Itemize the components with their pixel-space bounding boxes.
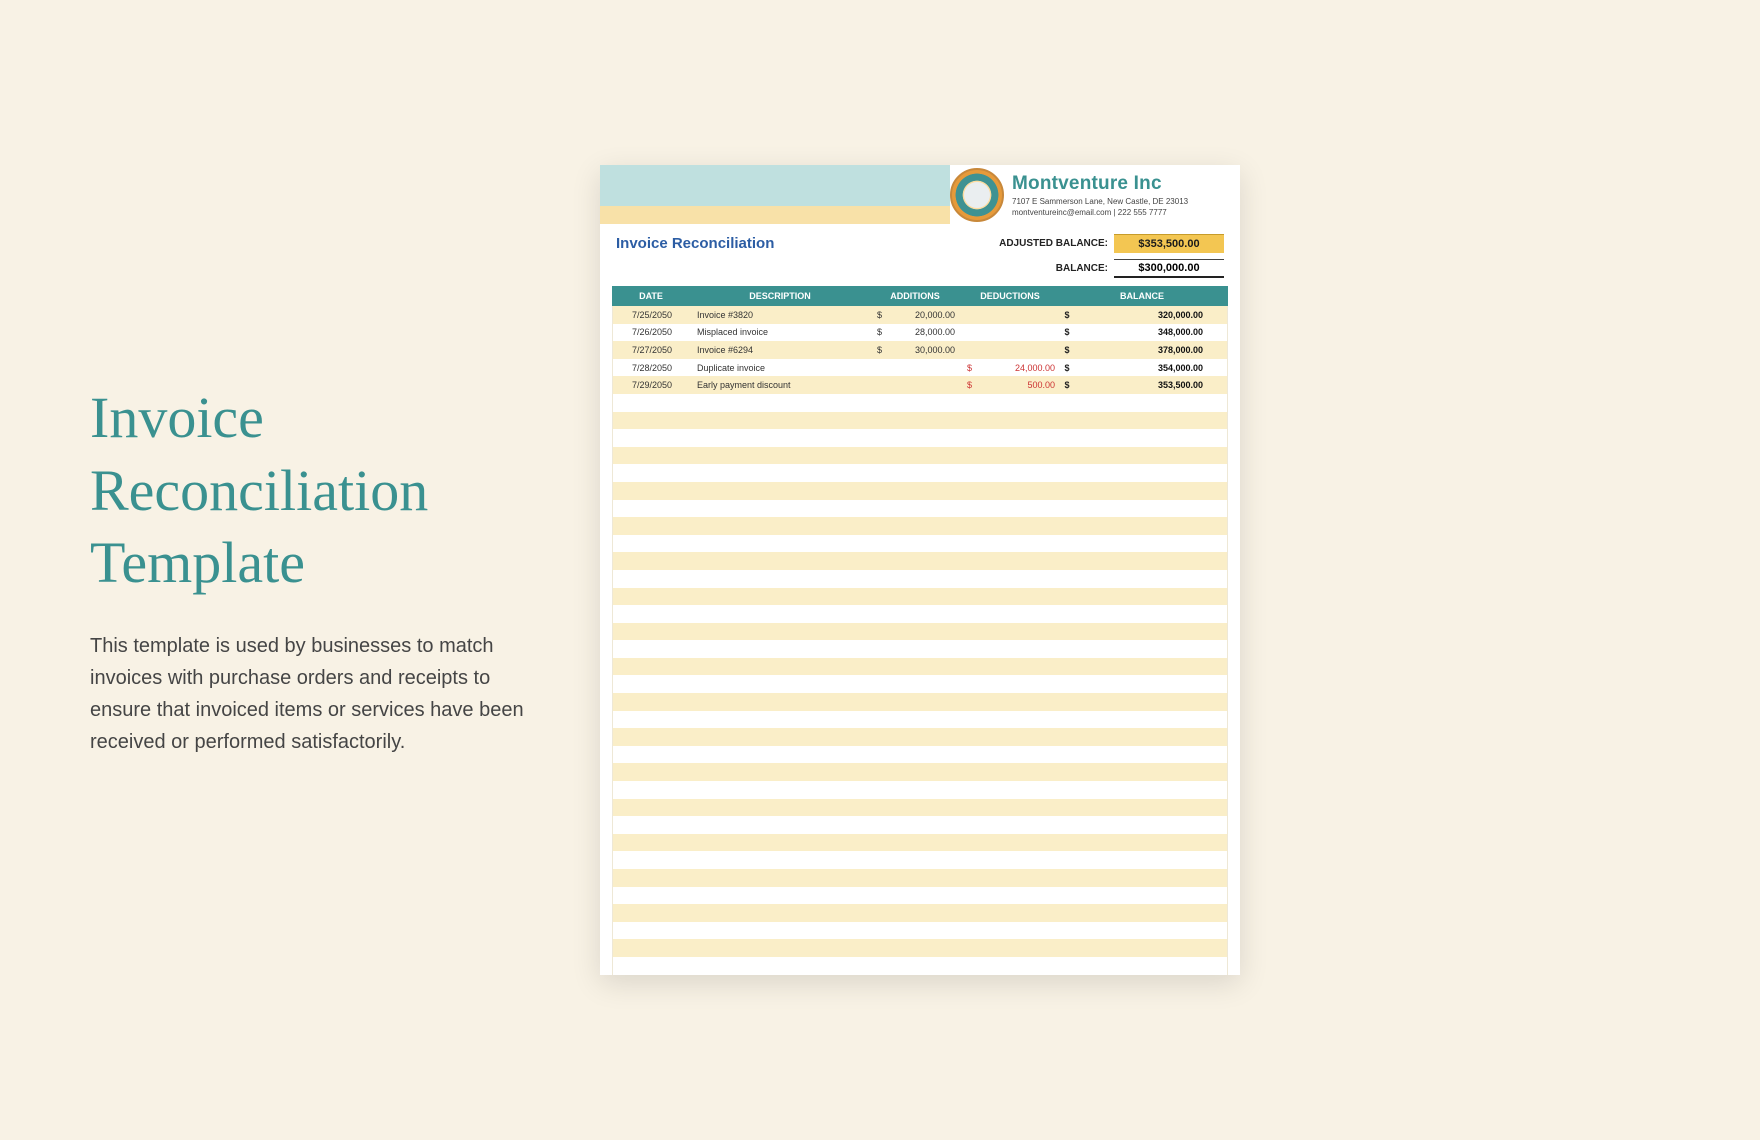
hdr-date: DATE — [612, 291, 690, 301]
table-row-empty — [612, 851, 1228, 869]
table-row: 7/27/2050Invoice #6294$30,000.00 $378,000… — [612, 341, 1228, 359]
cell-deduction: $500.00 — [961, 380, 1061, 390]
cell-date: 7/29/2050 — [613, 380, 691, 390]
table-row-empty — [612, 464, 1228, 482]
table-header: DATE DESCRIPTION ADDITIONS DEDUCTIONS BA… — [612, 286, 1228, 306]
cell-addition: $20,000.00 — [871, 310, 961, 320]
table-row-empty — [612, 517, 1228, 535]
cell-date: 7/28/2050 — [613, 363, 691, 373]
hdr-deductions: DEDUCTIONS — [960, 291, 1060, 301]
table-row-empty — [612, 763, 1228, 781]
reconciliation-grid: DATE DESCRIPTION ADDITIONS DEDUCTIONS BA… — [600, 286, 1240, 975]
page-description: This template is used by businesses to m… — [90, 630, 530, 758]
cell-balance-dollar: $ — [1061, 380, 1073, 390]
table-row: 7/29/2050Early payment discount $500.00$3… — [612, 376, 1228, 394]
cell-balance-dollar: $ — [1061, 310, 1073, 320]
table-row-empty — [612, 728, 1228, 746]
table-row-empty — [612, 429, 1228, 447]
table-row-empty — [612, 675, 1228, 693]
spreadsheet-preview: Montventure Inc 7107 E Sammerson Lane, N… — [600, 165, 1240, 975]
sheet-title: Invoice Reconciliation — [616, 235, 774, 252]
table-row-empty — [612, 834, 1228, 852]
cell-date: 7/27/2050 — [613, 345, 691, 355]
table-row: 7/28/2050Duplicate invoice $24,000.00$354… — [612, 359, 1228, 377]
balance-row: BALANCE: $300,000.00 — [600, 257, 1240, 286]
table-row-empty — [612, 781, 1228, 799]
cell-balance: 353,500.00 — [1073, 380, 1213, 390]
table-row-empty — [612, 658, 1228, 676]
adjusted-balance-label: ADJUSTED BALANCE: — [999, 238, 1108, 249]
table-row-empty — [612, 711, 1228, 729]
table-row-empty — [612, 482, 1228, 500]
cell-description: Duplicate invoice — [691, 363, 871, 373]
table-row-empty — [612, 535, 1228, 553]
table-row-empty — [612, 887, 1228, 905]
company-block: Montventure Inc 7107 E Sammerson Lane, N… — [950, 165, 1240, 224]
table-row-empty — [612, 605, 1228, 623]
left-panel: Invoice Reconciliation Template This tem… — [90, 382, 530, 758]
cell-date: 7/26/2050 — [613, 327, 691, 337]
cell-balance: 378,000.00 — [1073, 345, 1213, 355]
company-logo-icon — [950, 168, 1004, 222]
table-row-empty — [612, 500, 1228, 518]
table-row-empty — [612, 904, 1228, 922]
cell-balance: 354,000.00 — [1073, 363, 1213, 373]
cell-balance-dollar: $ — [1061, 327, 1073, 337]
table-row-empty — [612, 570, 1228, 588]
table-row-empty — [612, 957, 1228, 975]
company-address: 7107 E Sammerson Lane, New Castle, DE 23… — [1012, 197, 1188, 206]
table-row-empty — [612, 869, 1228, 887]
table-row-empty — [612, 394, 1228, 412]
hdr-description: DESCRIPTION — [690, 291, 870, 301]
cell-description: Early payment discount — [691, 380, 871, 390]
table-row-empty — [612, 588, 1228, 606]
title-row: Invoice Reconciliation ADJUSTED BALANCE:… — [600, 224, 1240, 257]
cell-balance-dollar: $ — [1061, 345, 1073, 355]
balance-value: $300,000.00 — [1114, 259, 1224, 278]
cell-deduction: $24,000.00 — [961, 363, 1061, 373]
cell-addition: $30,000.00 — [871, 345, 961, 355]
table-row: 7/25/2050Invoice #3820$20,000.00 $320,000… — [612, 306, 1228, 324]
hdr-balance: BALANCE — [1072, 291, 1212, 301]
page-title: Invoice Reconciliation Template — [90, 382, 530, 600]
cell-description: Invoice #3820 — [691, 310, 871, 320]
company-name: Montventure Inc — [1012, 173, 1188, 195]
table-row-empty — [612, 939, 1228, 957]
table-row-empty — [612, 623, 1228, 641]
cell-addition: $28,000.00 — [871, 327, 961, 337]
cell-date: 7/25/2050 — [613, 310, 691, 320]
table-row-empty — [612, 816, 1228, 834]
table-row-empty — [612, 693, 1228, 711]
table-row-empty — [612, 799, 1228, 817]
company-contact: montventureinc@email.com | 222 555 7777 — [1012, 208, 1188, 217]
cell-description: Invoice #6294 — [691, 345, 871, 355]
table-row-empty — [612, 447, 1228, 465]
header-banner: Montventure Inc 7107 E Sammerson Lane, N… — [600, 165, 1240, 224]
balance-label: BALANCE: — [1056, 263, 1108, 274]
hdr-additions: ADDITIONS — [870, 291, 960, 301]
adjusted-balance-value: $353,500.00 — [1114, 234, 1224, 253]
table-row-empty — [612, 746, 1228, 764]
cell-balance-dollar: $ — [1061, 363, 1073, 373]
table-row: 7/26/2050Misplaced invoice$28,000.00 $348… — [612, 324, 1228, 342]
table-row-empty — [612, 552, 1228, 570]
table-row-empty — [612, 640, 1228, 658]
table-row-empty — [612, 412, 1228, 430]
cell-description: Misplaced invoice — [691, 327, 871, 337]
cell-balance: 320,000.00 — [1073, 310, 1213, 320]
cell-balance: 348,000.00 — [1073, 327, 1213, 337]
banner-stripes — [600, 165, 950, 224]
table-row-empty — [612, 922, 1228, 940]
